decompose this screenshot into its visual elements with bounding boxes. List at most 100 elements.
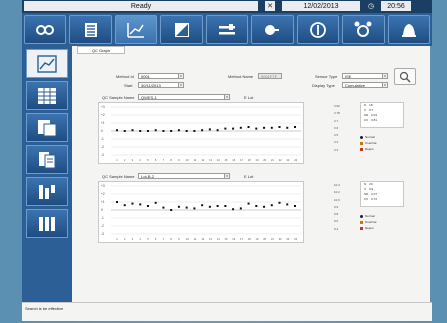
value-tick: 3.90 <box>334 104 340 108</box>
alarm-icon[interactable] <box>342 15 385 44</box>
y-tick-label: -2 <box>101 224 104 228</box>
bars-icon[interactable] <box>26 209 68 238</box>
power-icon[interactable] <box>296 15 340 44</box>
y-tick-label: -1 <box>101 137 104 141</box>
legend: Normal Override Reject <box>360 213 404 231</box>
data-point <box>247 202 250 205</box>
x-tick-label: 3 <box>132 158 134 162</box>
data-point <box>216 129 219 132</box>
x-tick-label: 24 <box>294 158 297 162</box>
x-tick-label: 6 <box>155 158 157 162</box>
x-tick-label: 17 <box>240 158 243 162</box>
y-tick-label: +3 <box>101 184 105 188</box>
display-type-select[interactable]: Cumulative ▾ <box>342 82 388 88</box>
y-tick-label: +1 <box>101 121 105 125</box>
data-point <box>255 205 258 207</box>
link-icon[interactable] <box>251 15 294 44</box>
qc-sample-select[interactable]: QWES-1 ▾ <box>138 94 230 100</box>
x-tick-label: 18 <box>248 158 251 162</box>
data-point <box>208 205 211 208</box>
data-point <box>185 206 188 209</box>
sidebar <box>22 46 72 302</box>
value-tick: 3.5 <box>334 133 339 138</box>
search-button[interactable] <box>394 68 416 85</box>
stat-row: CV 0.81 <box>364 118 378 122</box>
x-tick-label: 6 <box>155 237 157 241</box>
x-tick-label: 20 <box>263 158 266 162</box>
data-point <box>208 128 211 131</box>
time-display: 20:56 <box>381 1 411 11</box>
x-tick-label: 21 <box>271 158 274 162</box>
value-tick: 9.9 <box>334 204 339 209</box>
y-tick-label: +3 <box>101 105 105 109</box>
data-point <box>146 205 149 207</box>
data-point <box>286 126 289 129</box>
stats-box: N 20 X 9.9 SD 0.07 CV 0.72 <box>360 181 404 207</box>
data-point <box>177 205 180 208</box>
start-label: Start <box>124 83 133 88</box>
x-tick-label: 17 <box>240 237 243 241</box>
y-tick-label: 0 <box>101 208 103 212</box>
value-tick: 10.4 <box>334 183 340 187</box>
value-tick: 10.2 <box>334 190 340 195</box>
y-tick-label: -1 <box>101 216 104 220</box>
value-tick: 9.8 <box>334 212 339 217</box>
data-point <box>270 126 273 129</box>
qc-sample-label: QC Sample Name <box>102 174 135 179</box>
unit-label: E Lot <box>244 95 254 100</box>
display-type-label: Display Type <box>312 83 335 88</box>
x-tick-label: 13 <box>209 158 212 162</box>
x-tick-label: 18 <box>248 237 251 241</box>
data-point <box>232 127 235 130</box>
method-id-select[interactable]: 0001 ▾ <box>138 73 184 79</box>
x-tick-label: 13 <box>209 237 212 241</box>
data-point <box>131 129 134 132</box>
data-point <box>294 126 296 128</box>
x-tick-label: 4 <box>139 158 141 162</box>
qc-sample-select[interactable]: Lot-B-2 ▾ <box>138 173 230 179</box>
graph-icon[interactable] <box>160 15 203 44</box>
list-icon[interactable] <box>69 15 112 44</box>
qc-chart-plot: +3 +2 +1 0 -1 -2 -3 1 2 3 4 5 6 7 8 9 10 11 12 13 14 15 16 17 18… <box>98 181 304 243</box>
sensor-type-select[interactable]: ISE ▾ <box>342 73 388 79</box>
report-icon[interactable] <box>26 113 68 142</box>
settings-icon[interactable] <box>24 15 67 44</box>
bell-icon[interactable] <box>387 15 430 44</box>
x-tick-label: 7 <box>163 158 165 162</box>
document-icon[interactable] <box>26 145 68 174</box>
x-tick-label: 1 <box>116 158 118 162</box>
method-id-label: Method Id <box>116 74 134 79</box>
data-point <box>263 205 266 208</box>
qc-graph-icon[interactable] <box>26 49 68 78</box>
x-tick-label: 10 <box>186 237 189 241</box>
y-tick-label: -3 <box>101 153 104 157</box>
value-tick: 3.7 <box>334 118 339 123</box>
sliders-icon[interactable] <box>205 15 249 44</box>
tab-qc-graph[interactable]: QC Graph <box>77 46 125 54</box>
y-tick-label: +2 <box>101 192 105 196</box>
value-tick: 3.3 <box>334 147 339 152</box>
search-icon <box>399 71 411 82</box>
chart-icon[interactable] <box>114 15 158 44</box>
data-point <box>255 127 258 130</box>
table-icon[interactable] <box>26 81 68 110</box>
unit-label: E Lot <box>244 174 254 179</box>
data-point <box>216 205 219 207</box>
start-date-select[interactable]: 30/11/2013 ▾ <box>138 82 184 88</box>
data-point <box>270 204 273 207</box>
data-point <box>123 204 126 207</box>
x-tick-label: 12 <box>201 158 204 162</box>
data-point <box>131 202 134 205</box>
y-tick-label: 0 <box>101 129 103 133</box>
value-tick: 3.6 <box>334 125 339 130</box>
data-point <box>294 205 296 207</box>
flow-icon[interactable] <box>26 177 68 206</box>
status-text: Ready <box>24 1 258 11</box>
data-point <box>154 129 157 132</box>
data-point <box>139 130 142 132</box>
close-icon[interactable]: ✕ <box>265 1 275 11</box>
data-point <box>116 129 118 132</box>
data-point <box>170 209 173 211</box>
data-point <box>162 130 165 132</box>
x-tick-label: 8 <box>170 158 172 162</box>
